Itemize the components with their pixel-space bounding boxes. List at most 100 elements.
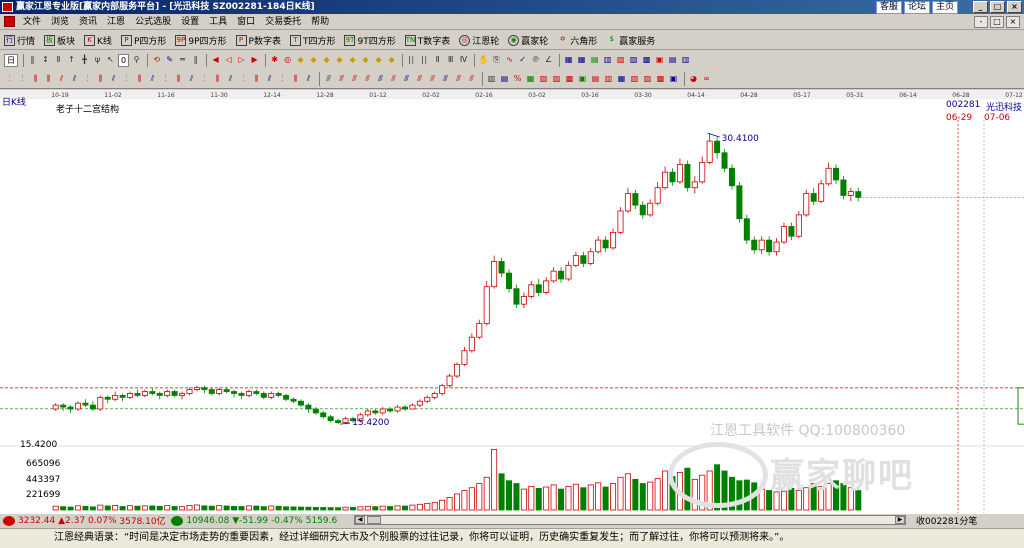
grid-view-6-icon[interactable]: ▨ [628,54,639,66]
grid-view-1-icon[interactable]: ▦ [563,54,574,66]
scroll-left-icon[interactable]: ◀ [355,516,365,524]
draw-tool-18-icon[interactable]: ⫽ [225,72,236,85]
scroll-thumb[interactable] [367,516,381,524]
draw-tool-11-icon[interactable]: ⫼ [134,72,145,85]
draw-tool-4-icon[interactable]: ⫼ [43,72,54,85]
pen-tool-icon[interactable]: ✎ [164,54,175,66]
channel-tool-4-icon[interactable]: ⫻ [362,72,373,85]
channel-tool-9-icon[interactable]: ⫻ [427,72,438,85]
draw-tool-15-icon[interactable]: ⫽ [186,72,197,85]
toolbar-winner-wheel-button[interactable]: ◉ 赢家轮 [508,34,548,47]
channel-tool-11-icon[interactable]: ⫻ [453,72,464,85]
table-tool-1-icon[interactable]: ▥ [486,72,497,85]
menu-app-icon[interactable] [4,16,15,27]
toolbar-hexagon-button[interactable]: ✡ 六角形 [557,34,597,47]
menu-trade[interactable]: 交易委托 [260,14,306,30]
arrow-tool-icon[interactable]: ↑ [66,54,77,66]
prev-bar-icon[interactable]: ◁ [223,54,234,66]
hline-tool-icon[interactable]: ═ [177,54,188,66]
style-tool-icon[interactable]: ℗ [530,54,541,66]
toolbar-winner-service-button[interactable]: $ 赢家服务 [606,34,656,47]
grid-view-3-icon[interactable]: ▤ [589,54,600,66]
last-bar-icon[interactable]: ▶ [249,54,260,66]
chart-scrollbar[interactable]: ◀ ▶ [354,515,906,525]
mdi-restore-button[interactable]: □ [990,16,1004,28]
table-tool-2-icon[interactable]: ▤ [499,72,510,85]
table-tool-7-icon[interactable]: ▣ [577,72,588,85]
table-tool-9-icon[interactable]: ▥ [603,72,614,85]
next-bar-icon[interactable]: ▷ [236,54,247,66]
grid-view-2-icon[interactable]: ▦ [576,54,587,66]
channel-tool-7-icon[interactable]: ⫻ [401,72,412,85]
table-tool-8-icon[interactable]: ▤ [590,72,601,85]
pie-tool-icon[interactable]: ◕ [688,72,699,85]
menu-gann[interactable]: 江恩 [102,14,130,30]
cycle-tool-5-icon[interactable]: Ⅳ [458,54,469,66]
wave-tool-icon[interactable]: ∿ [504,54,515,66]
bar-tool-icon[interactable]: Ⅱ [53,54,64,66]
diamond-tool-5-icon[interactable]: ◆ [347,54,358,66]
diamond-tool-3-icon[interactable]: ◆ [321,54,332,66]
menu-tools[interactable]: 工具 [204,14,232,30]
line-tool-icon[interactable]: ‖ [27,54,38,66]
fan-tool-icon[interactable]: ✱ [269,54,280,66]
grid-view-4-icon[interactable]: ▥ [602,54,613,66]
menu-window[interactable]: 窗口 [232,14,260,30]
menu-info[interactable]: 资讯 [74,14,102,30]
check-tool-icon[interactable]: ✓ [517,54,528,66]
menu-browse[interactable]: 浏览 [46,14,74,30]
undo-icon[interactable]: ⟲ [151,54,162,66]
menu-help[interactable]: 帮助 [306,14,334,30]
table-tool-11-icon[interactable]: ▧ [629,72,640,85]
circle-tool-icon[interactable]: ◎ [282,54,293,66]
diamond-tool-1-icon[interactable]: ◆ [295,54,306,66]
diamond-tool-6-icon[interactable]: ◆ [360,54,371,66]
channel-tool-5-icon[interactable]: ⫻ [375,72,386,85]
scroll-right-icon[interactable]: ▶ [895,516,905,524]
clone-tool-icon[interactable]: ⎘ [491,54,502,66]
table-tool-10-icon[interactable]: ▦ [616,72,627,85]
toolbar-p-square-button[interactable]: P P四方形 [120,34,166,47]
diamond-tool-2-icon[interactable]: ◆ [308,54,319,66]
grid-view-5-icon[interactable]: ▧ [615,54,626,66]
toolbar-t-table-button[interactable]: TN T数字表 [404,34,450,47]
draw-tool-5-icon[interactable]: ⫽ [56,72,67,85]
period-dropdown[interactable]: 日 [4,53,18,67]
draw-tool-23-icon[interactable]: ⫼ [290,72,301,85]
first-bar-icon[interactable]: ◀ [210,54,221,66]
toolbar-gann-wheel-button[interactable]: ◎ 江恩轮 [459,34,499,47]
vline-tool-icon[interactable]: ‖ [190,54,201,66]
menu-settings[interactable]: 设置 [176,14,204,30]
minimize-button[interactable]: _ [973,1,988,13]
toolbar-t-square-button[interactable]: T T四方形 [289,34,335,47]
grid-view-7-icon[interactable]: ▩ [641,54,652,66]
diamond-tool-7-icon[interactable]: ◆ [373,54,384,66]
draw-tool-7-icon[interactable]: ⫶ [82,72,93,85]
fork-tool-icon[interactable]: ψ [92,54,103,66]
cycle-tool-1-icon[interactable]: |∣ [406,54,417,66]
channel-tool-12-icon[interactable]: ⫻ [466,72,477,85]
draw-tool-9-icon[interactable]: ⫽ [108,72,119,85]
draw-tool-13-icon[interactable]: ⫶ [160,72,171,85]
chart-area[interactable]: 10-19 11-02 11-16 11-30 12-14 12-28 01-12 02-02… [0,90,1024,513]
menu-formula-screen[interactable]: 公式选股 [130,14,176,30]
channel-tool-1-icon[interactable]: ⫻ [323,72,334,85]
channel-tool-6-icon[interactable]: ⫻ [388,72,399,85]
infinity-tool-icon[interactable]: ∞ [701,72,712,85]
toolbar-p-table-button[interactable]: P P数字表 [235,34,281,47]
cycle-tool-3-icon[interactable]: Ⅱ [432,54,443,66]
toolbar-quotes-button[interactable]: 行行情 [4,34,35,47]
draw-tool-14-icon[interactable]: ⫼ [173,72,184,85]
cross-tool-icon[interactable]: ╋ [79,54,90,66]
channel-tool-2-icon[interactable]: ⫻ [336,72,347,85]
draw-tool-17-icon[interactable]: ⫼ [212,72,223,85]
channel-tool-3-icon[interactable]: ⫻ [349,72,360,85]
draw-tool-1-icon[interactable]: ⫶ [4,72,15,85]
table-tool-12-icon[interactable]: ▨ [642,72,653,85]
toolbar-sector-button[interactable]: 板板块 [44,34,75,47]
close-button[interactable]: × [1007,1,1022,13]
draw-tool-10-icon[interactable]: ⫶ [121,72,132,85]
draw-tool-19-icon[interactable]: ⫶ [238,72,249,85]
channel-tool-8-icon[interactable]: ⫻ [414,72,425,85]
hand-tool-icon[interactable]: ✋ [478,54,489,66]
